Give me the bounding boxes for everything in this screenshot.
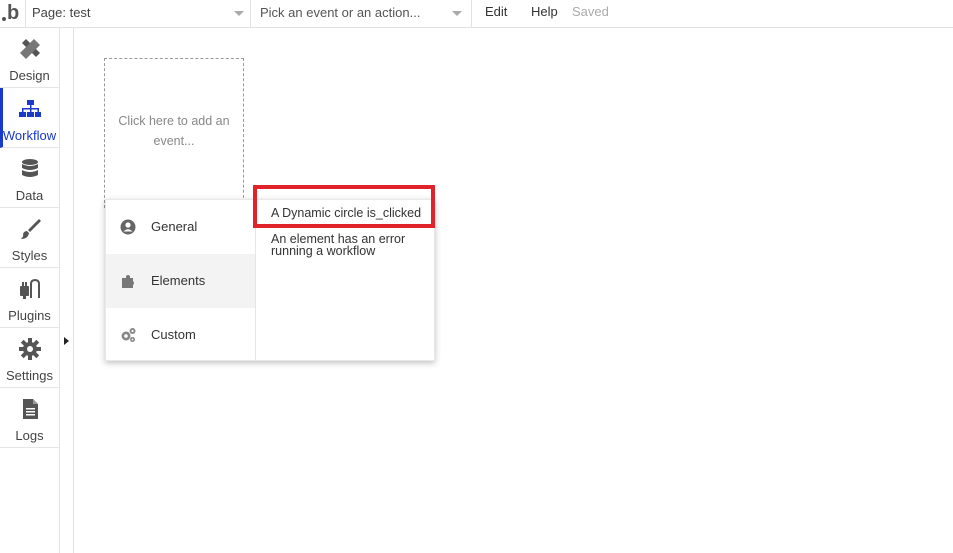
gear-icon <box>18 338 41 360</box>
sidebar-item-workflow[interactable]: Workflow <box>0 88 59 148</box>
sidebar-item-plugins[interactable]: Plugins <box>0 268 59 328</box>
event-category-label: Custom <box>151 327 196 342</box>
collapse-arrow-icon[interactable] <box>64 337 69 345</box>
bubble-logo[interactable]: b <box>0 0 26 28</box>
chevron-down-icon <box>234 11 244 16</box>
logo-letter: b <box>7 2 20 24</box>
sidebar-item-label: Settings <box>6 368 53 383</box>
sidebar-item-label: Styles <box>11 248 48 263</box>
sidebar-item-logs[interactable]: Logs <box>0 388 59 448</box>
workflow-icon <box>19 100 41 117</box>
sidebar-item-label: Workflow <box>2 128 57 143</box>
event-category-general[interactable]: General <box>106 200 255 254</box>
event-action-selector-label: Pick an event or an action... <box>260 5 421 20</box>
sidebar-item-label: Design <box>9 68 50 83</box>
event-category-list: General Elements Custom <box>106 200 256 360</box>
brush-icon <box>20 219 41 239</box>
puzzle-icon <box>122 275 134 288</box>
event-category-custom[interactable]: Custom <box>106 308 255 362</box>
event-action-selector[interactable]: Pick an event or an action... <box>251 0 472 28</box>
page-selector[interactable]: Page: test <box>26 0 251 28</box>
selection-highlight <box>253 185 435 228</box>
plug-icon <box>19 278 40 299</box>
gears-icon <box>121 328 136 342</box>
sidebar: Design Workflow Data Styles Plugins Sett… <box>0 28 60 553</box>
help-menu[interactable]: Help <box>531 4 558 19</box>
canvas-divider <box>73 28 74 553</box>
top-bar: b Page: test Pick an event or an action.… <box>0 0 953 28</box>
event-category-label: Elements <box>151 273 206 288</box>
add-event-text: Click here to add an event... <box>118 114 230 148</box>
edit-menu[interactable]: Edit <box>485 4 507 19</box>
sidebar-item-label: Logs <box>15 428 44 443</box>
sidebar-item-label: Data <box>15 188 44 203</box>
logo-dot <box>2 17 6 21</box>
event-category-elements[interactable]: Elements <box>106 254 255 308</box>
page-selector-label: Page: test <box>32 5 91 20</box>
add-event-placeholder[interactable]: Click here to add an event... <box>104 58 244 208</box>
user-circle-icon <box>120 219 136 235</box>
document-icon <box>22 399 38 419</box>
design-icon <box>19 39 40 59</box>
sidebar-item-label: Plugins <box>8 308 51 323</box>
event-category-label: General <box>151 219 198 234</box>
event-option-element-error[interactable]: An element has an error running a workfl… <box>271 233 431 258</box>
sidebar-item-data[interactable]: Data <box>0 148 59 208</box>
sidebar-item-styles[interactable]: Styles <box>0 208 59 268</box>
sidebar-item-design[interactable]: Design <box>0 28 59 88</box>
save-status: Saved <box>572 4 609 19</box>
chevron-down-icon <box>452 11 462 16</box>
database-icon <box>21 159 38 177</box>
sidebar-item-settings[interactable]: Settings <box>0 328 59 388</box>
